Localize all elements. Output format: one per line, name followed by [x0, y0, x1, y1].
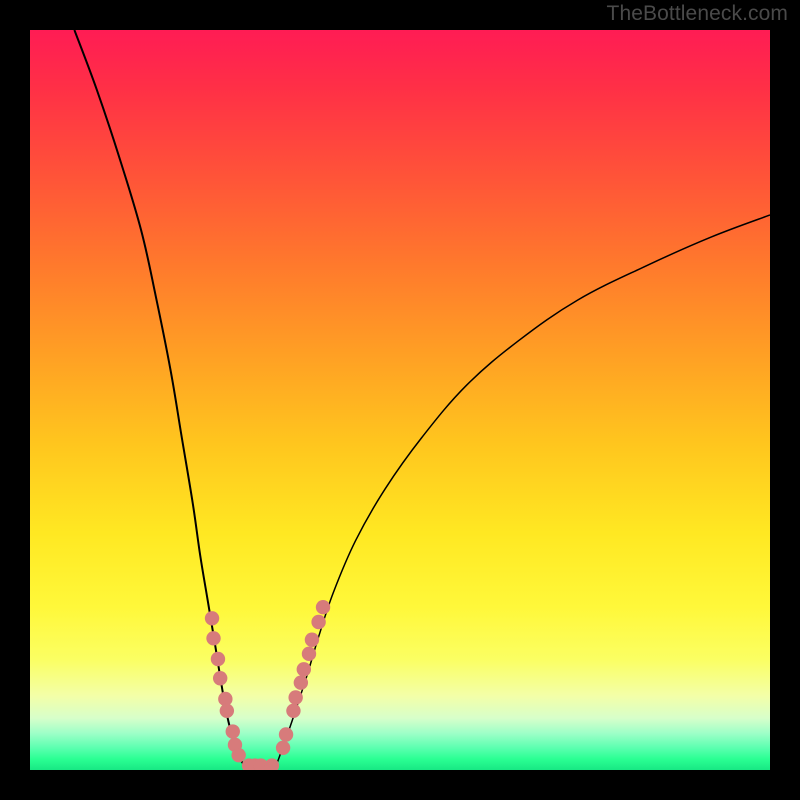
data-point: [316, 600, 330, 614]
data-point: [226, 724, 240, 738]
curve-right-branch: [274, 215, 770, 770]
data-point: [286, 704, 300, 718]
data-point: [305, 633, 319, 647]
data-point: [276, 741, 290, 755]
data-point: [206, 631, 220, 645]
data-point: [311, 615, 325, 629]
data-point: [288, 690, 302, 704]
curve-group: [74, 30, 770, 770]
data-point: [279, 727, 293, 741]
chart-svg: [30, 30, 770, 770]
data-points-group: [205, 600, 330, 770]
data-point: [265, 758, 279, 770]
chart-frame: TheBottleneck.com: [0, 0, 800, 800]
data-point: [302, 647, 316, 661]
plot-area: [30, 30, 770, 770]
data-point: [297, 662, 311, 676]
data-point: [211, 652, 225, 666]
data-point: [231, 748, 245, 762]
data-point: [220, 704, 234, 718]
watermark-text: TheBottleneck.com: [607, 2, 788, 26]
data-point: [213, 671, 227, 685]
data-point: [205, 611, 219, 625]
data-point: [294, 675, 308, 689]
